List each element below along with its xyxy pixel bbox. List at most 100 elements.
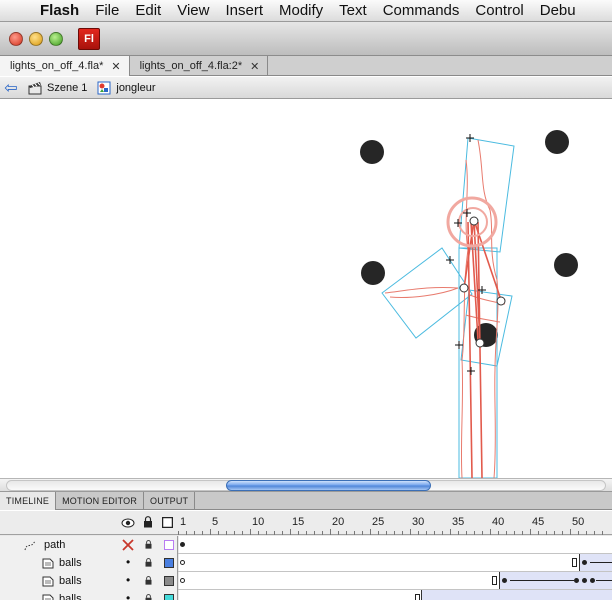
ruler-frame-number[interactable]: 50 [572,516,584,528]
lock-icon[interactable] [143,516,153,528]
ruler-tick [338,531,339,535]
ruler-tick [234,531,235,535]
close-window-button[interactable] [9,32,23,46]
menu-bar: Flash File Edit View Insert Modify Text … [0,0,612,22]
clapperboard-icon [28,81,42,94]
eye-icon[interactable] [121,518,135,528]
ruler-frame-number[interactable]: 20 [332,516,344,528]
ruler-tick [562,531,563,535]
menu-modify[interactable]: Modify [271,0,331,22]
frame-end-marker[interactable] [492,576,497,585]
ruler-tick [490,529,491,535]
ruler-tick [450,529,451,535]
ruler-tick [394,531,395,535]
ruler-tick [298,531,299,535]
visibility-dot-icon[interactable]: • [126,555,130,569]
keyframe[interactable] [502,578,507,583]
layer-frames[interactable] [179,590,612,600]
keyframe[interactable] [574,578,579,583]
ruler-frame-number[interactable]: 15 [292,516,304,528]
motion-tween-span[interactable] [579,554,612,571]
ruler-frame-number[interactable]: 30 [412,516,424,528]
ruler-frame-number[interactable]: 45 [532,516,544,528]
ruler-tick [466,531,467,535]
layer-page-icon [42,558,54,569]
tab-output[interactable]: OUTPUT [144,492,196,510]
layer-row-balls[interactable]: balls • [0,590,612,600]
keyframe[interactable] [582,560,587,565]
layer-row-balls[interactable]: balls • [0,572,612,590]
scene-label: Szene 1 [47,81,88,94]
menu-insert[interactable]: Insert [217,0,271,22]
ruler-frame-number[interactable]: 40 [492,516,504,528]
keyframe[interactable] [582,578,587,583]
layer-row-balls[interactable]: balls • [0,554,612,572]
menu-commands[interactable]: Commands [375,0,468,22]
keyframe[interactable] [180,578,185,583]
breadcrumb-symbol[interactable]: jongleur [97,81,156,95]
close-tab-icon[interactable]: ✕ [250,60,259,73]
layer-outline-color[interactable] [164,576,174,586]
breadcrumb-scene[interactable]: Szene 1 [28,81,87,95]
zoom-window-button[interactable] [49,32,63,46]
ruler-tick [426,531,427,535]
menu-text[interactable]: Text [331,0,375,22]
menu-control[interactable]: Control [467,0,531,22]
menu-debug[interactable]: Debu [532,0,584,22]
scrollbar-thumb[interactable] [226,480,431,491]
ruler-frame-number[interactable]: 1 [180,516,186,528]
stage-canvas[interactable] [0,100,612,478]
document-tab-2[interactable]: lights_on_off_4.fla:2* ✕ [130,56,269,76]
frame-end-marker[interactable] [415,594,420,600]
motion-tween-span[interactable] [499,572,612,589]
layer-label: balls [59,557,82,569]
menu-edit[interactable]: Edit [127,0,169,22]
outline-icon[interactable] [162,517,173,528]
tab-timeline[interactable]: TIMELINE [0,492,57,510]
frame-ruler[interactable]: 151015202530354045505 [178,511,612,535]
menu-file[interactable]: File [87,0,127,22]
minimize-window-button[interactable] [29,32,43,46]
hidden-x-icon[interactable] [122,539,134,551]
timeline-panel: 151015202530354045505 path [0,511,612,600]
layer-outline-color[interactable] [164,540,174,550]
timeline-header: 151015202530354045505 [0,511,612,535]
layer-row-path[interactable]: path [0,536,612,554]
layer-name-cell[interactable]: path [0,536,178,554]
menu-view[interactable]: View [169,0,217,22]
ruler-tick [210,529,211,535]
layer-outline-color[interactable] [164,594,174,600]
layer-label: balls [59,575,82,587]
layer-name-cell[interactable]: balls • [0,572,178,590]
body-outline [384,139,506,478]
lock-icon[interactable] [144,540,153,549]
layer-frames[interactable] [179,536,612,553]
lock-icon[interactable] [144,558,153,567]
layer-name-cell[interactable]: balls • [0,590,178,600]
ruler-tick [314,531,315,535]
ruler-frame-number[interactable]: 10 [252,516,264,528]
frame-end-marker[interactable] [572,558,577,567]
back-arrow-icon[interactable]: ⇦ [0,78,22,98]
layer-outline-color[interactable] [164,558,174,568]
lock-icon[interactable] [144,594,153,600]
visibility-dot-icon[interactable]: • [126,591,130,600]
ruler-frame-number[interactable]: 5 [212,516,218,528]
motion-tween-span[interactable] [421,590,612,600]
visibility-dot-icon[interactable]: • [126,573,130,587]
ruler-frame-number[interactable]: 35 [452,516,464,528]
tab-motion-editor[interactable]: MOTION EDITOR [56,492,145,510]
lock-icon[interactable] [144,576,153,585]
stage-horizontal-scrollbar[interactable] [0,478,612,492]
ruler-frame-number[interactable]: 25 [372,516,384,528]
keyframe[interactable] [180,560,185,565]
layer-frames[interactable] [179,554,612,571]
layer-frames[interactable] [179,572,612,589]
keyframe[interactable] [180,542,185,547]
keyframe[interactable] [590,578,595,583]
ruler-tick [514,531,515,535]
layer-name-cell[interactable]: balls • [0,554,178,572]
close-tab-icon[interactable]: ✕ [111,60,120,73]
menu-flash[interactable]: Flash [32,0,87,22]
document-tab-1[interactable]: lights_on_off_4.fla* ✕ [0,56,130,76]
